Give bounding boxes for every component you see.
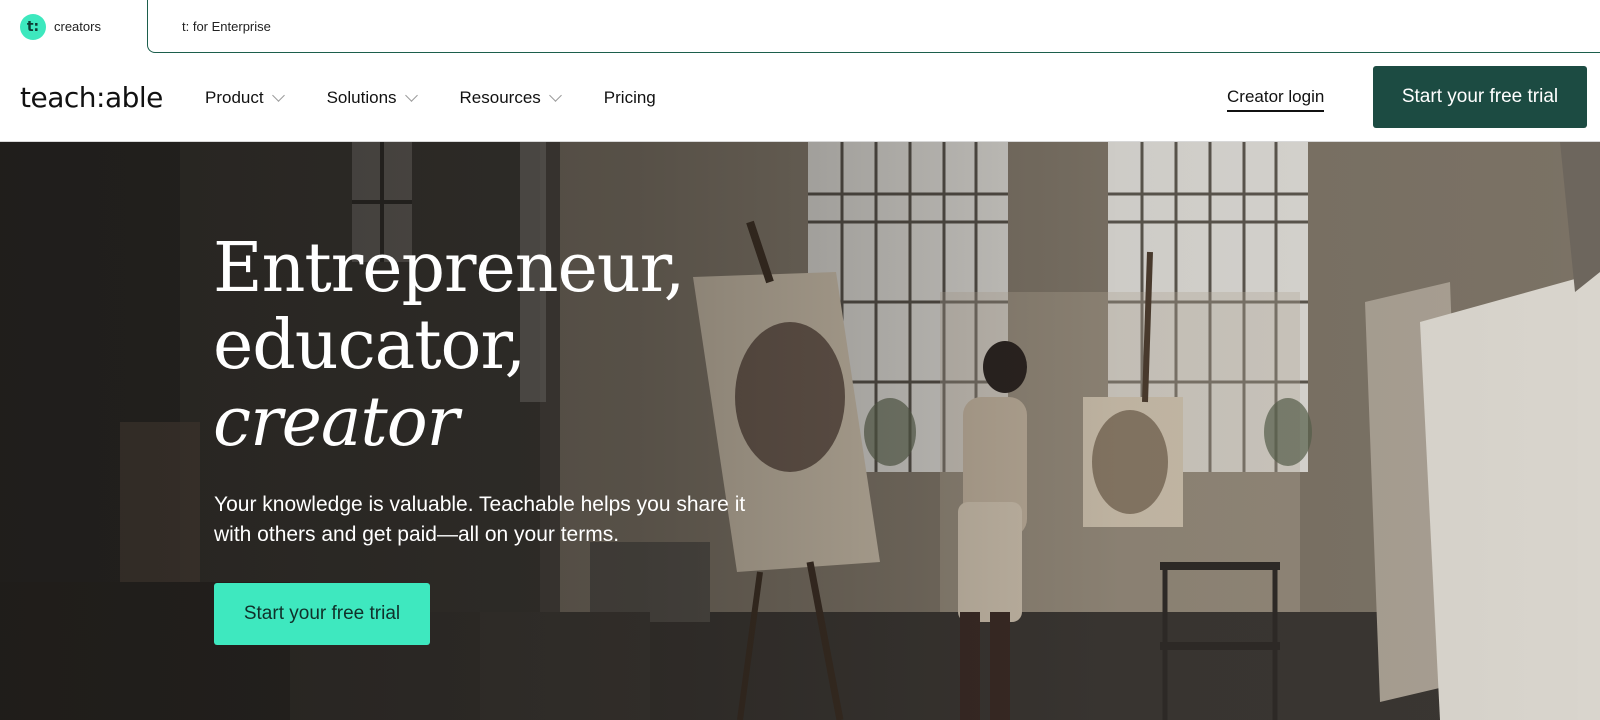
start-free-trial-button[interactable]: Start your free trial [1373, 66, 1587, 128]
nav-item-label: Resources [459, 87, 541, 107]
chevron-down-icon [271, 88, 285, 102]
creator-login-link[interactable]: Creator login [1227, 87, 1325, 112]
hero-heading-line-2: educator, [213, 306, 526, 385]
hero-subtitle: Your knowledge is valuable. Teachable he… [214, 493, 746, 546]
hero-start-free-trial-button[interactable]: Start your free trial [214, 583, 430, 645]
chevron-down-icon [404, 88, 418, 102]
creators-tab[interactable]: t: creators [0, 0, 148, 53]
nav-item-label: Product [205, 87, 264, 107]
enterprise-tab[interactable]: t: for Enterprise [147, 0, 1600, 53]
main-navigation: teach:able Product Solutions Resources P… [0, 53, 1600, 142]
enterprise-tab-label: t: for Enterprise [182, 18, 271, 34]
creators-tab-label: creators [54, 19, 101, 34]
hero-heading-line-1: Entrepreneur, [213, 229, 685, 308]
hero-heading: Entrepreneur, educator, creator [213, 229, 685, 462]
hero-heading-line-3: creator [213, 383, 459, 462]
nav-item-product[interactable]: Product [205, 78, 285, 118]
nav-menu: Product Solutions Resources Pricing [205, 53, 700, 142]
nav-item-resources[interactable]: Resources [459, 78, 562, 118]
hero-section: Entrepreneur, educator, creator Your kno… [0, 142, 1600, 720]
nav-item-label: Pricing [603, 87, 656, 107]
chevron-down-icon [548, 88, 562, 102]
nav-item-pricing[interactable]: Pricing [604, 78, 656, 118]
teachable-t-logo-icon: t: [20, 13, 46, 40]
nav-item-label: Solutions [326, 87, 397, 107]
audience-switcher: t: creators t: for Enterprise [0, 0, 1600, 53]
nav-item-solutions[interactable]: Solutions [326, 78, 418, 118]
teachable-logo[interactable]: teach:able [20, 81, 163, 114]
